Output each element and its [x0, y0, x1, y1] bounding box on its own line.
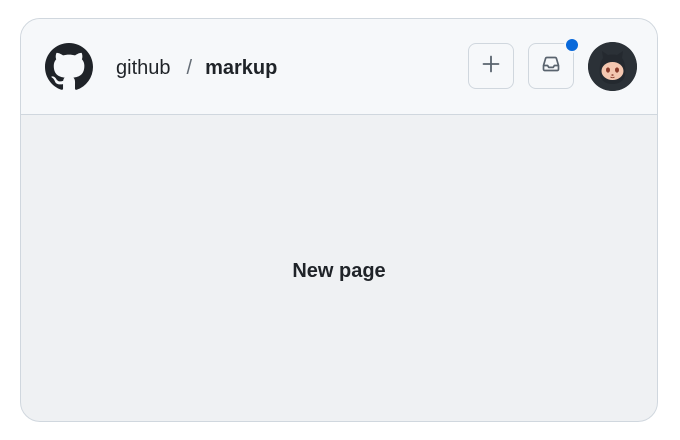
unread-notification-dot — [564, 37, 580, 53]
breadcrumb-owner-link[interactable]: github — [116, 56, 171, 80]
inbox-icon — [539, 52, 563, 81]
app-window: github / markup New page — [20, 18, 658, 422]
app-header: github / markup — [21, 19, 657, 115]
main-content: New page — [21, 115, 657, 421]
avatar[interactable] — [588, 42, 637, 91]
breadcrumb-separator: / — [186, 57, 193, 79]
breadcrumb: github / markup — [116, 56, 277, 80]
plus-icon — [480, 53, 502, 80]
github-mark-icon[interactable] — [45, 43, 93, 91]
create-new-button[interactable] — [468, 43, 514, 89]
page-title: New page — [292, 259, 386, 282]
breadcrumb-repo-link[interactable]: markup — [205, 56, 277, 80]
